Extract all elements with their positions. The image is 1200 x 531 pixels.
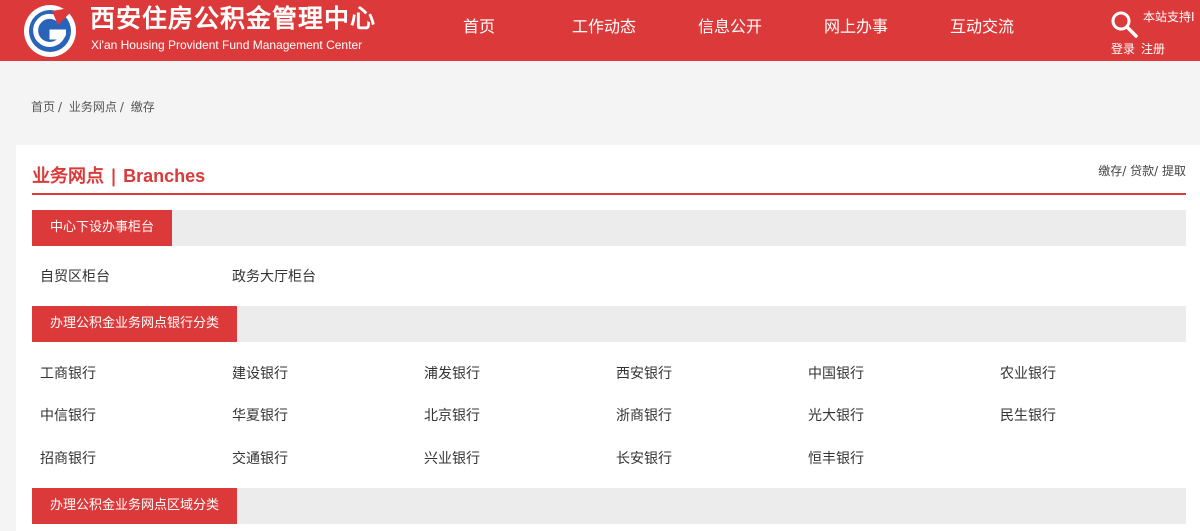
bank-item[interactable]: 中信银行 [40, 407, 96, 425]
panel-title-cn: 业务网点 [32, 166, 104, 187]
breadcrumb-separator: / [119, 100, 124, 114]
tab-loan[interactable]: 贷款 [1130, 164, 1154, 178]
nav-work-news[interactable]: 工作动态 [572, 17, 636, 37]
tab-separator: / [1154, 164, 1162, 178]
bank-item[interactable]: 民生银行 [1000, 407, 1056, 425]
section-label-counters[interactable]: 中心下设办事柜台 [32, 210, 173, 246]
section-label-banks[interactable]: 办理公积金业务网点银行分类 [32, 306, 238, 342]
search-icon[interactable] [1110, 10, 1138, 38]
bank-item[interactable]: 西安银行 [616, 365, 672, 383]
breadcrumb-separator: / [58, 100, 63, 114]
section-bar-counters: 中心下设办事柜台 [32, 210, 1186, 246]
counter-item-ftz[interactable]: 自贸区柜台 [40, 268, 110, 286]
nav-info-disclosure[interactable]: 信息公开 [698, 17, 762, 37]
bank-item[interactable]: 兴业银行 [424, 450, 480, 468]
section-bar-banks: 办理公积金业务网点银行分类 [32, 306, 1186, 342]
bank-item[interactable]: 长安银行 [616, 450, 672, 468]
nav-interaction[interactable]: 互动交流 [950, 17, 1014, 37]
bank-item[interactable]: 北京银行 [424, 407, 480, 425]
breadcrumb-current[interactable]: 缴存 [131, 100, 155, 114]
breadcrumb: 首页 / 业务网点 / 缴存 [31, 99, 155, 115]
bank-item[interactable]: 中国银行 [808, 365, 864, 383]
section-label-regions[interactable]: 办理公积金业务网点区域分类 [32, 488, 238, 524]
panel-title: 业务网点 | Branches [32, 165, 205, 188]
bank-item[interactable]: 工商银行 [40, 365, 96, 383]
logo-icon[interactable] [22, 3, 78, 59]
panel-title-en: Branches [123, 166, 206, 186]
tab-deposit[interactable]: 缴存 [1098, 164, 1122, 178]
bank-item[interactable]: 建设银行 [232, 365, 288, 383]
site-title-en: Xi'an Housing Provident Fund Management … [91, 38, 363, 52]
nav-online-service[interactable]: 网上办事 [824, 17, 888, 37]
site-title-cn: 西安住房公积金管理中心 [90, 4, 377, 33]
bank-item[interactable]: 农业银行 [1000, 365, 1056, 383]
bank-item[interactable]: 交通银行 [232, 450, 288, 468]
breadcrumb-branches[interactable]: 业务网点 [69, 100, 117, 114]
bank-item[interactable]: 招商银行 [40, 450, 96, 468]
bank-item[interactable]: 光大银行 [808, 407, 864, 425]
breadcrumb-home[interactable]: 首页 [31, 100, 55, 114]
counter-item-gov-hall[interactable]: 政务大厅柜台 [232, 268, 316, 286]
panel-title-separator: | [104, 166, 124, 187]
login-link[interactable]: 登录 [1111, 42, 1135, 56]
bank-item[interactable]: 浦发银行 [424, 365, 480, 383]
bank-item[interactable]: 浙商银行 [616, 407, 672, 425]
nav-home[interactable]: 首页 [463, 17, 495, 37]
panel-tabs: 缴存/ 贷款/ 提取 [1098, 162, 1186, 179]
site-header: 西安住房公积金管理中心 Xi'an Housing Provident Fund… [0, 0, 1200, 61]
search-label: 本站支持I [1143, 10, 1195, 24]
register-link[interactable]: 注册 [1141, 42, 1165, 56]
tab-separator: / [1122, 164, 1131, 178]
branches-panel: 业务网点 | Branches 缴存/ 贷款/ 提取 中心下设办事柜台 自贸区柜… [16, 145, 1200, 531]
tab-withdraw[interactable]: 提取 [1162, 164, 1186, 178]
bank-item[interactable]: 华夏银行 [232, 407, 288, 425]
title-underline [32, 193, 1186, 195]
section-bar-regions: 办理公积金业务网点区域分类 [32, 488, 1186, 524]
bank-item[interactable]: 恒丰银行 [808, 450, 864, 468]
